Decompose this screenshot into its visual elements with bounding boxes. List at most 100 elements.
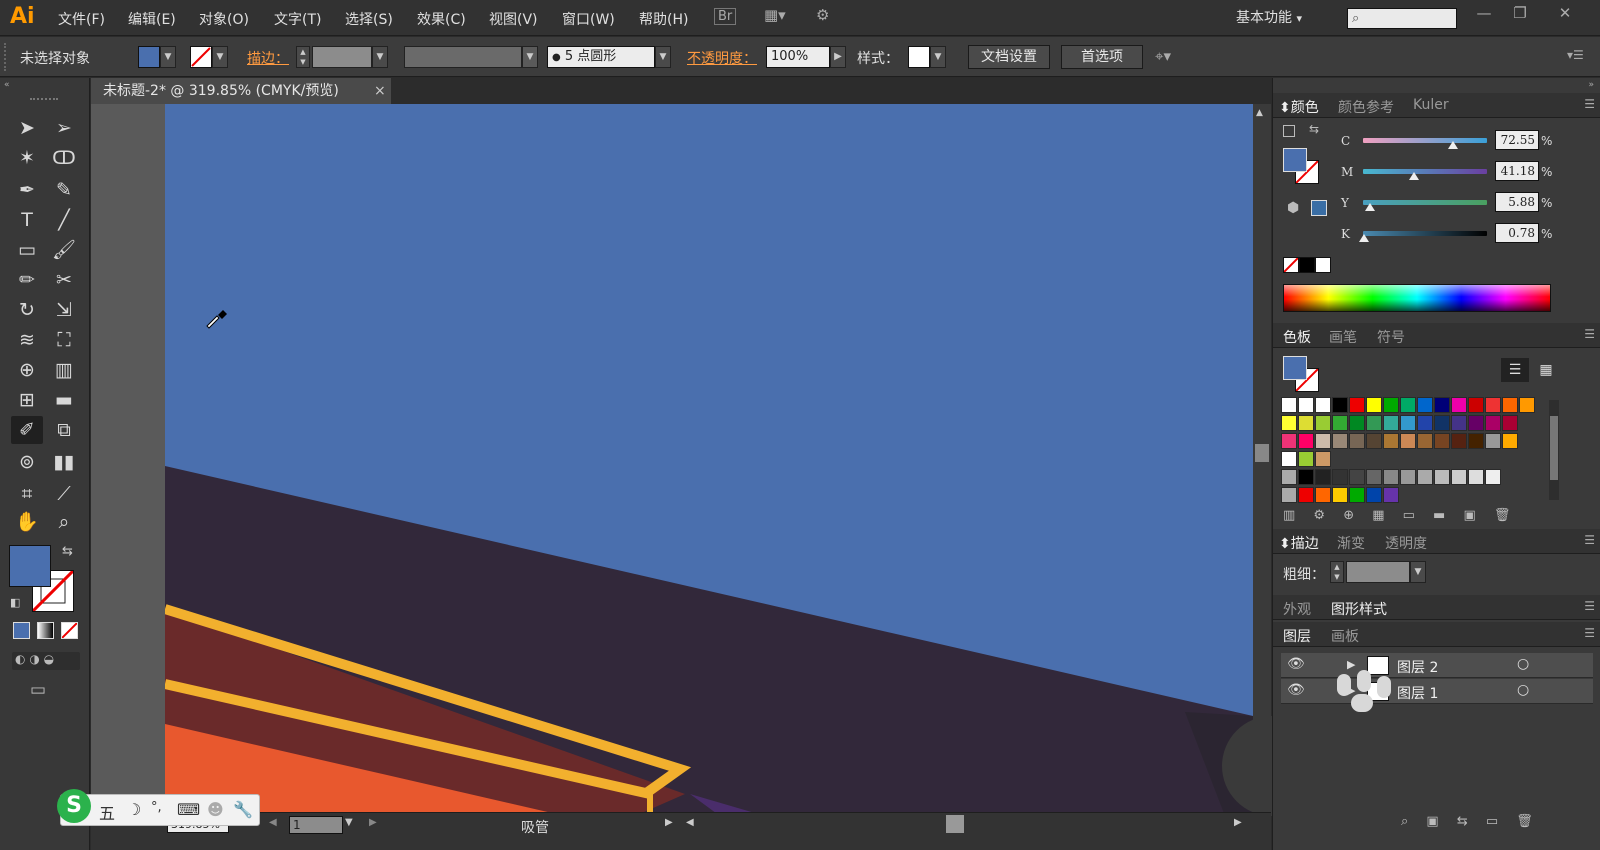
sync-icon[interactable]: ⚙ xyxy=(816,6,829,24)
slice-tool-icon[interactable]: ⟋ xyxy=(48,480,80,508)
swatch-cell[interactable] xyxy=(1281,487,1297,503)
blend-tool-icon[interactable]: ⧉ xyxy=(48,416,80,444)
swatch-cell[interactable] xyxy=(1315,433,1331,449)
swatch-cell[interactable] xyxy=(1468,469,1484,485)
swatch-cell[interactable] xyxy=(1434,415,1450,431)
swatch-cell[interactable] xyxy=(1349,433,1365,449)
restore-button[interactable]: ❐ xyxy=(1506,4,1534,24)
swap-fill-stroke-icon[interactable]: ⇆ xyxy=(62,544,73,559)
swatch-cell[interactable] xyxy=(1434,397,1450,413)
tab-brushes[interactable]: 画笔 xyxy=(1329,327,1357,347)
line-tool-icon[interactable]: ╱ xyxy=(48,206,80,234)
swatch-cell[interactable] xyxy=(1485,469,1501,485)
expand-icon[interactable]: » xyxy=(1588,80,1594,90)
close-button[interactable]: ✕ xyxy=(1551,4,1579,24)
status-menu-icon[interactable]: ▶ xyxy=(665,817,673,828)
user-icon[interactable]: ☻ xyxy=(207,800,224,819)
next-artboard-icon[interactable]: ▶ xyxy=(369,817,377,828)
stroke-weight-input[interactable] xyxy=(312,46,372,68)
swatch-cell[interactable] xyxy=(1298,487,1314,503)
draw-modes[interactable]: ◐ ◑ ◒ xyxy=(12,652,80,670)
close-tab-icon[interactable]: × xyxy=(374,78,386,104)
mesh-tool-icon[interactable]: ⊞ xyxy=(11,386,43,414)
menu-item-8[interactable]: 帮助(H) xyxy=(639,9,688,29)
default-colors-icon[interactable] xyxy=(1283,125,1295,137)
screen-mode-icon[interactable]: ▭ xyxy=(30,680,46,700)
panel-menu-icon[interactable]: ☰ xyxy=(1584,626,1595,640)
swatch-cell[interactable] xyxy=(1502,415,1518,431)
magic-wand-tool-icon[interactable]: ✶ xyxy=(11,144,43,172)
color-panel-fill[interactable] xyxy=(1283,148,1307,172)
menu-item-6[interactable]: 视图(V) xyxy=(489,9,538,29)
swatch-cell[interactable] xyxy=(1434,433,1450,449)
channel-slider-track[interactable] xyxy=(1363,138,1487,143)
draw-behind-icon[interactable]: ◑ xyxy=(29,652,39,666)
fill-dropdown[interactable]: ▼ xyxy=(160,46,176,68)
opacity-label[interactable]: 不透明度： xyxy=(687,48,757,68)
search-input[interactable]: ⌕ xyxy=(1347,8,1457,29)
arrange-documents-icon[interactable]: ▦▾ xyxy=(764,6,786,24)
swatch-cell[interactable] xyxy=(1417,397,1433,413)
tab-swatches[interactable]: 色板 xyxy=(1283,327,1311,347)
swatch-cell[interactable] xyxy=(1468,397,1484,413)
layers-footer-icons[interactable]: ⌕ ▣ ⇆ ▭ 🗑 xyxy=(1401,814,1591,832)
zoom-tool-icon[interactable]: ⌕ xyxy=(48,508,80,536)
graphic-style-dropdown[interactable]: ▼ xyxy=(930,46,946,68)
document-tab[interactable]: 未标题-2* @ 319.85% (CMYK/预览) xyxy=(91,78,391,104)
swatch-cell[interactable] xyxy=(1502,397,1518,413)
swatch-cell[interactable] xyxy=(1281,415,1297,431)
swatch-cell[interactable] xyxy=(1366,469,1382,485)
tab-color[interactable]: ⬍颜色 xyxy=(1279,97,1319,117)
gamut-swatch[interactable] xyxy=(1311,200,1327,216)
swatch-cell[interactable] xyxy=(1315,469,1331,485)
swatch-cell[interactable] xyxy=(1349,415,1365,431)
minimize-button[interactable]: — xyxy=(1470,4,1498,24)
channel-slider-track[interactable] xyxy=(1363,231,1487,236)
horizontal-scroll-thumb[interactable] xyxy=(946,815,964,833)
swatch-cell[interactable] xyxy=(1400,397,1416,413)
rotate-tool-icon[interactable]: ↻ xyxy=(11,296,43,324)
perspective-grid-tool-icon[interactable]: ▥ xyxy=(48,356,80,384)
swatch-cell[interactable] xyxy=(1366,487,1382,503)
document-setup-button[interactable]: 文档设置 xyxy=(968,45,1050,69)
swatch-cell[interactable] xyxy=(1451,469,1467,485)
tab-appearance[interactable]: 外观 xyxy=(1283,599,1311,619)
tab-artboards[interactable]: 画板 xyxy=(1331,626,1359,646)
tab-layers[interactable]: 图层 xyxy=(1283,626,1311,646)
swatch-cell[interactable] xyxy=(1434,469,1450,485)
swatch-cell[interactable] xyxy=(1502,433,1518,449)
swatch-cell[interactable] xyxy=(1315,487,1331,503)
swatch-cell[interactable] xyxy=(1366,433,1382,449)
column-graph-tool-icon[interactable]: ▮▮ xyxy=(48,448,80,476)
swatch-cell[interactable] xyxy=(1298,433,1314,449)
stroke-weight-stepper[interactable]: ▲ ▼ xyxy=(296,46,310,68)
panel-menu-icon[interactable]: ▾☰ xyxy=(1567,48,1584,62)
opacity-slider-toggle[interactable]: ▶ xyxy=(830,46,846,68)
stroke-label[interactable]: 描边： xyxy=(247,48,289,68)
menu-item-2[interactable]: 对象(O) xyxy=(199,9,249,29)
scroll-left-icon[interactable]: ◀ xyxy=(686,817,694,828)
channel-slider-thumb[interactable] xyxy=(1365,203,1376,211)
menu-item-0[interactable]: 文件(F) xyxy=(58,9,105,29)
swatch-cell[interactable] xyxy=(1315,451,1331,467)
channel-slider-track[interactable] xyxy=(1363,169,1487,174)
panel-menu-icon[interactable]: ☰ xyxy=(1584,327,1595,341)
panel-menu-icon[interactable]: ☰ xyxy=(1584,533,1595,547)
swatch-cell[interactable] xyxy=(1485,415,1501,431)
out-of-gamut-icon[interactable]: ⬢ xyxy=(1287,200,1299,216)
swatch-cell[interactable] xyxy=(1315,415,1331,431)
rectangle-tool-icon[interactable]: ▭ xyxy=(11,236,43,264)
variable-width-profile[interactable] xyxy=(404,46,522,68)
swatch-cell[interactable] xyxy=(1383,415,1399,431)
swatches-footer-icons[interactable]: ▥ ⚙ ⊕ ▦ ▭ ▬ ▣ 🗑 xyxy=(1283,508,1553,526)
profile-dropdown[interactable]: ▼ xyxy=(522,46,538,68)
channel-slider-thumb[interactable] xyxy=(1447,141,1458,149)
swatch-cell[interactable] xyxy=(1281,397,1297,413)
isolate-icon[interactable]: ⌖▾ xyxy=(1155,47,1171,65)
panel-menu-icon[interactable]: ☰ xyxy=(1584,599,1595,613)
swatch-cell[interactable] xyxy=(1332,487,1348,503)
workspace-switcher[interactable]: 基本功能 ▾ xyxy=(1236,7,1302,27)
channel-value-input[interactable]: 5.88 xyxy=(1495,192,1539,212)
swatches-scrollbar[interactable] xyxy=(1549,400,1559,500)
none-mode-button[interactable] xyxy=(61,622,78,639)
